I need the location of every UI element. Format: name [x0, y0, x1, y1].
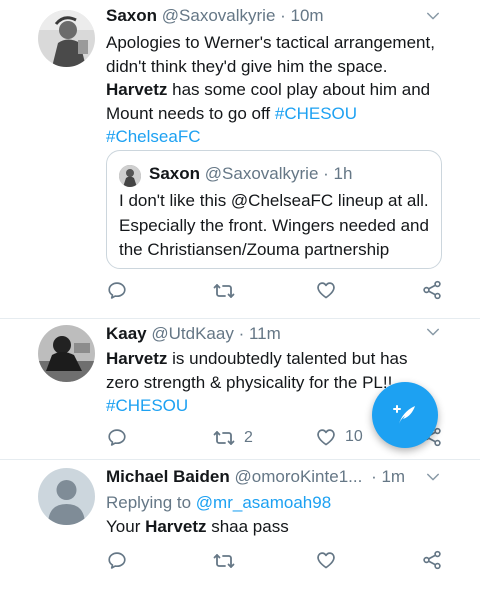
heart-icon — [315, 426, 337, 448]
tweet-header: Saxon @Saxovalkyrie · 10m — [106, 5, 324, 27]
timestamp[interactable]: · 10m — [280, 6, 323, 25]
tweet-text-line: Harvetz has some cool play about him and — [106, 78, 446, 102]
reply-button[interactable] — [106, 549, 136, 571]
tweet[interactable]: Saxon @Saxovalkyrie · 10m Apologies to W… — [0, 0, 480, 319]
retweet-icon — [212, 549, 236, 573]
reply-icon — [106, 426, 128, 448]
tweet-text-line: Your Harvetz shaa pass — [106, 515, 446, 539]
retweet-button[interactable] — [212, 549, 244, 573]
like-button[interactable]: 10 — [315, 426, 363, 448]
tweet-text-line: Mount needs to go off #CHESOU — [106, 102, 446, 126]
reply-icon — [106, 279, 128, 301]
quoted-tweet[interactable]: Saxon @Saxovalkyrie · 1h I don't like th… — [106, 150, 442, 269]
timestamp[interactable]: · 11m — [239, 324, 281, 343]
like-count: 10 — [345, 428, 363, 445]
retweet-button[interactable] — [212, 279, 244, 303]
compose-icon — [393, 405, 415, 424]
share-icon — [421, 549, 443, 571]
tweet-text-segment: has some cool play about him and — [167, 80, 431, 99]
highlighted-term: Harvetz — [145, 516, 207, 536]
reply-icon — [106, 549, 128, 571]
author-handle[interactable]: @omoroKinte1... — [235, 467, 363, 486]
author-name[interactable]: Saxon — [106, 6, 157, 25]
retweet-button[interactable]: 2 — [212, 426, 253, 450]
replying-to-label: Replying to — [106, 493, 196, 512]
quote-text-line: I don't like this @ChelseaFC lineup at a… — [119, 191, 429, 210]
share-button[interactable] — [421, 549, 443, 571]
avatar[interactable] — [38, 325, 95, 382]
tweet-text-line: didn't think they'd give him the space. — [106, 56, 388, 76]
retweet-count: 2 — [244, 429, 253, 446]
hashtag-link[interactable]: #CHESOU — [106, 396, 188, 415]
quote-avatar — [119, 165, 141, 187]
tweet-header: Kaay @UtdKaay · 11m — [106, 323, 281, 345]
mention-link[interactable]: @mr_asamoah98 — [196, 493, 331, 512]
tweet-header: Michael Baiden @omoroKinte1... · 1m — [106, 466, 405, 488]
tweet-text-segment: Mount needs to go off — [106, 103, 275, 123]
quote-header: Saxon @Saxovalkyrie · 1h — [149, 164, 352, 184]
hashtag-link[interactable]: #ChelseaFC — [106, 127, 201, 146]
avatar[interactable] — [38, 10, 95, 67]
heart-icon — [315, 549, 337, 571]
chevron-down-icon[interactable] — [424, 323, 442, 341]
heart-icon — [315, 279, 337, 301]
tweet-text-line: #ChelseaFC — [106, 125, 446, 149]
avatar[interactable] — [38, 468, 95, 525]
tweet-text: Apologies to Werner's tactical arrangeme… — [106, 31, 446, 149]
tweet-text-segment: is undoubtedly talented but has — [167, 349, 408, 368]
quote-text-line: the Christiansen/Zouma partnership — [119, 240, 390, 259]
compose-button[interactable] — [372, 382, 438, 448]
tweet-text: Replying to @mr_asamoah98 Your Harvetz s… — [106, 491, 446, 538]
chevron-down-icon[interactable] — [424, 7, 442, 25]
highlighted-term: Harvetz — [106, 80, 168, 99]
quote-text: I don't like this @ChelseaFC lineup at a… — [119, 189, 435, 263]
replying-to: Replying to @mr_asamoah98 — [106, 491, 446, 515]
quote-author-name: Saxon — [149, 164, 201, 183]
reply-button[interactable] — [106, 426, 136, 448]
like-button[interactable] — [315, 549, 345, 571]
chevron-down-icon[interactable] — [424, 468, 442, 486]
reply-button[interactable] — [106, 279, 136, 301]
retweet-icon — [212, 426, 236, 450]
author-name[interactable]: Michael Baiden — [106, 467, 230, 486]
author-handle[interactable]: @Saxovalkyrie — [162, 6, 276, 25]
tweet-text-line: Apologies to Werner's tactical arrangeme… — [106, 33, 435, 52]
share-icon — [421, 279, 443, 301]
timestamp[interactable]: · 1m — [371, 467, 405, 486]
like-button[interactable] — [315, 279, 345, 301]
highlighted-term: Harvetz — [106, 349, 168, 368]
tweet-text-segment: Your — [106, 516, 146, 536]
share-button[interactable] — [421, 279, 443, 301]
author-name[interactable]: Kaay — [106, 324, 147, 343]
tweet[interactable]: Michael Baiden @omoroKinte1... · 1m Repl… — [0, 460, 480, 589]
retweet-icon — [212, 279, 236, 303]
tweet-text-line: Harvetz is undoubtedly talented but has — [106, 347, 446, 371]
quote-author-handle: @Saxovalkyrie · 1h — [204, 164, 353, 183]
hashtag-link[interactable]: #CHESOU — [275, 104, 357, 123]
author-handle[interactable]: @UtdKaay — [151, 324, 233, 343]
tweet-text-segment: shaa pass — [206, 516, 289, 536]
quote-text-line: Especially the front. Wingers needed and — [119, 215, 429, 235]
